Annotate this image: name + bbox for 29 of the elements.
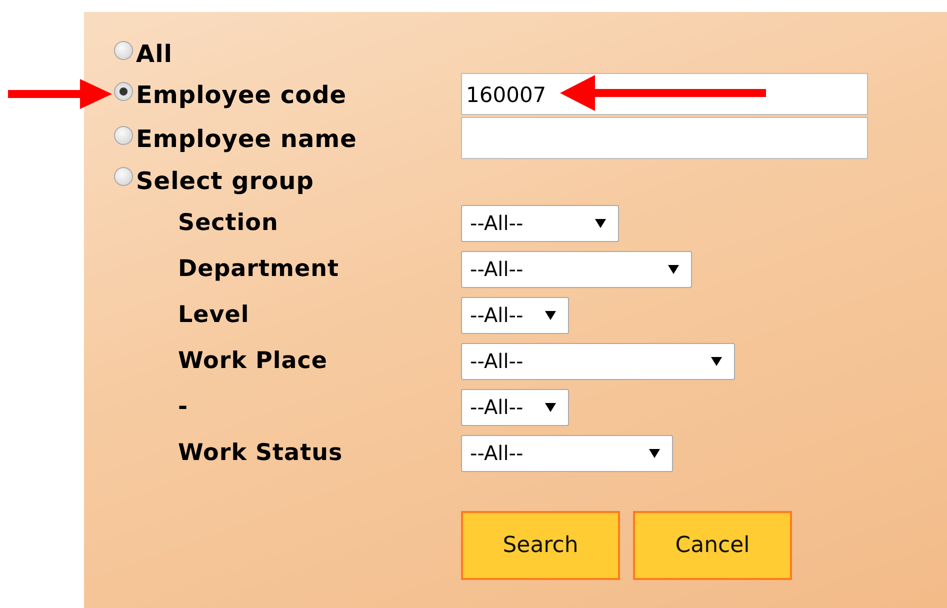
input-field[interactable] [461, 117, 868, 159]
option-label: Employee code [136, 81, 347, 109]
radio-button[interactable] [114, 40, 133, 60]
filter-label: Department [178, 256, 339, 282]
caret-icon [545, 402, 556, 412]
radio-button[interactable] [114, 167, 133, 186]
filter-label: Section [178, 210, 278, 236]
option-label: All [136, 40, 173, 68]
filter-label: Level [178, 302, 250, 328]
dropdown[interactable]: --All-- [461, 204, 619, 242]
dropdown[interactable]: --All-- [461, 250, 692, 288]
filter-label: - [178, 394, 188, 420]
action-button[interactable]: Search [461, 511, 620, 580]
dropdown[interactable]: --All-- [461, 342, 735, 380]
caret-icon [595, 218, 606, 228]
action-button[interactable]: Cancel [633, 511, 792, 580]
caret-icon [649, 448, 660, 458]
radio-button[interactable] [114, 82, 133, 100]
dropdown[interactable]: --All-- [461, 434, 673, 472]
caret-icon [545, 310, 556, 320]
option-label: Select group [136, 166, 314, 194]
option-label: Employee name [136, 125, 357, 153]
filter-label: Work Place [178, 348, 328, 374]
caret-icon [668, 264, 679, 274]
dropdown[interactable]: --All-- [461, 296, 569, 334]
radio-button[interactable] [114, 126, 133, 144]
dropdown[interactable]: --All-- [461, 388, 569, 426]
caret-icon [711, 356, 722, 366]
filter-label: Work Status [178, 440, 343, 466]
